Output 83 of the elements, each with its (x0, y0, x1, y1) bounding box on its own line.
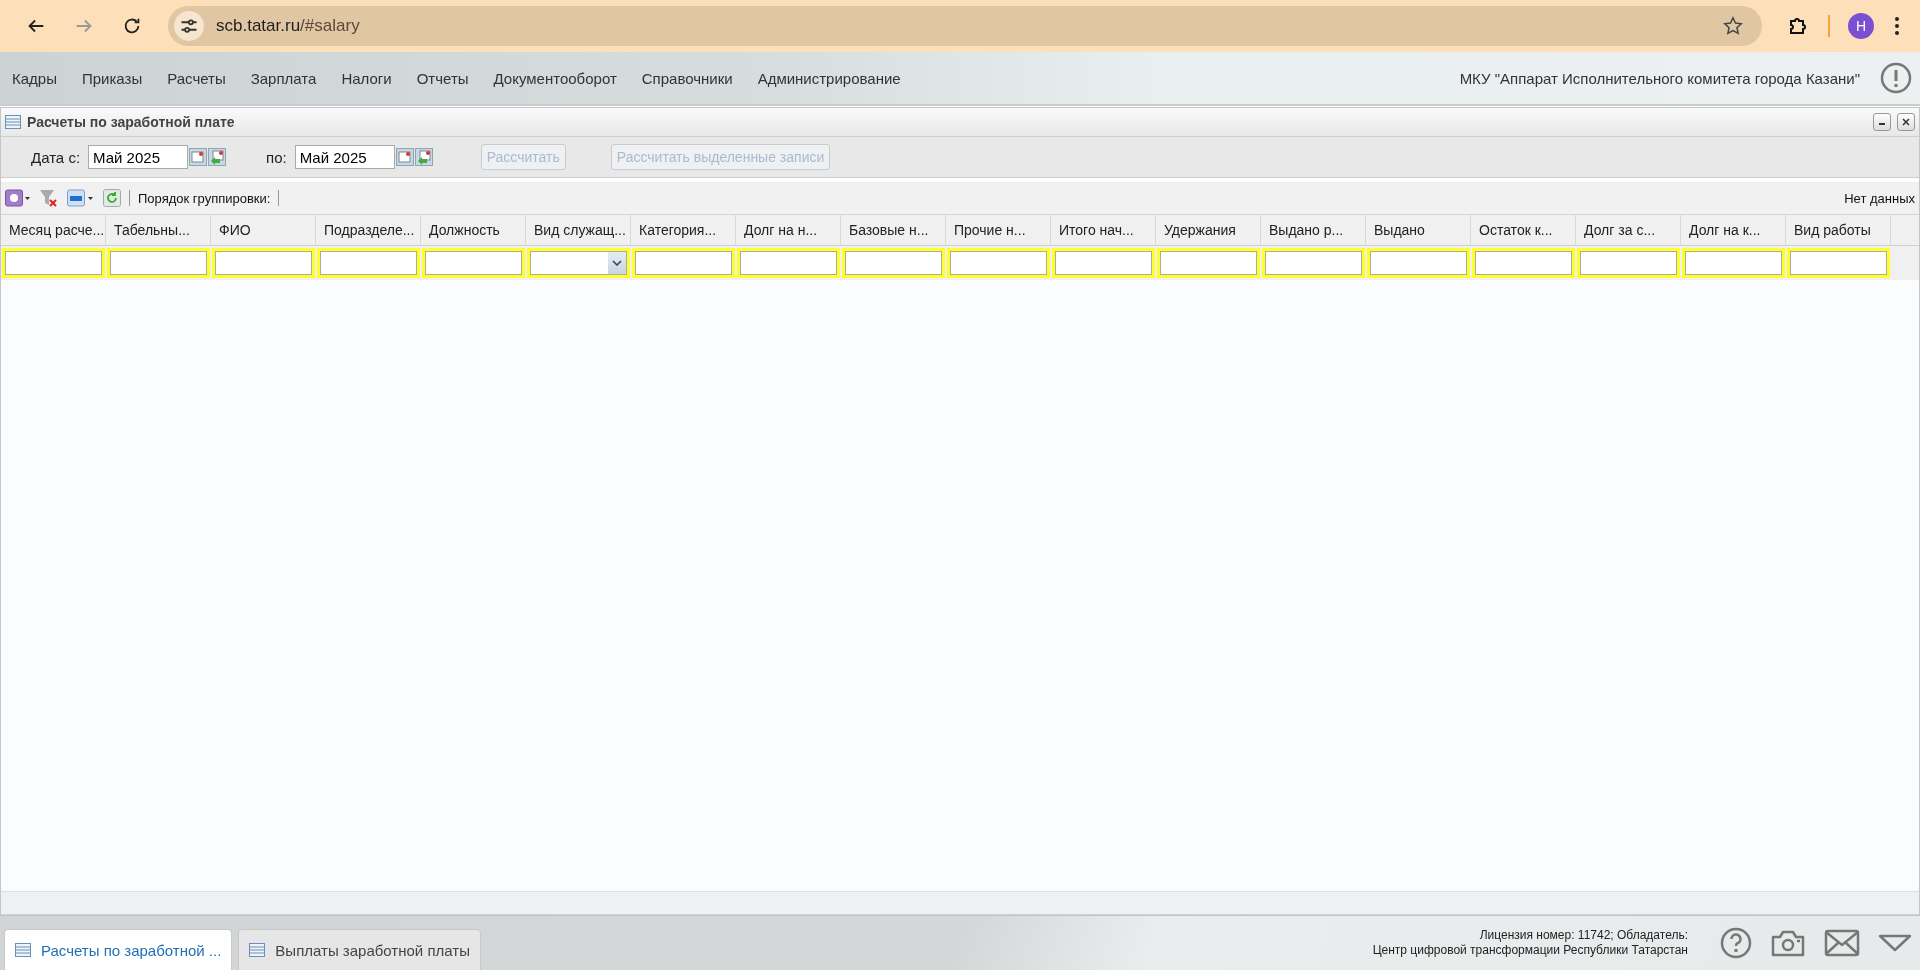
settings-menu-icon[interactable] (5, 189, 31, 207)
help-icon[interactable] (1720, 927, 1752, 959)
filter-field[interactable] (1787, 248, 1890, 278)
date-field[interactable]: Май 2025 (88, 145, 189, 169)
window-tab[interactable]: Выплаты заработной платы (238, 929, 481, 970)
column-header[interactable]: Базовые н... (841, 215, 946, 245)
collapse-icon[interactable] (1878, 934, 1912, 952)
date-label: Дата с: (31, 148, 81, 166)
camera-icon[interactable] (1770, 928, 1806, 958)
menu-item[interactable]: Кадры (12, 69, 57, 87)
column-header[interactable]: Выдано (1366, 215, 1471, 245)
filter-field[interactable] (1367, 248, 1470, 278)
column-header[interactable]: ФИО (211, 215, 316, 245)
date-field[interactable]: Май 2025 (294, 145, 395, 169)
column-header[interactable]: Выдано р... (1261, 215, 1366, 245)
address-bar[interactable]: scb.tatar.ru/#salary (168, 6, 1762, 46)
menu-item[interactable]: Документооборот (493, 69, 617, 87)
organization-name: МКУ "Аппарат Исполнительного комитета города Казани" (1459, 69, 1860, 87)
license-text: Центр цифровой трансформации Республики Татарстан (1372, 943, 1688, 958)
filter-field[interactable] (2, 248, 105, 278)
refresh-icon[interactable] (103, 189, 121, 207)
filter-field[interactable] (1577, 248, 1680, 278)
menu-item[interactable]: Справочники (641, 69, 733, 87)
filter-dropdown[interactable] (527, 248, 630, 278)
menu-item[interactable]: Отчеты (416, 69, 469, 87)
alert-icon[interactable] (1880, 62, 1912, 94)
menu-item[interactable]: Налоги (341, 69, 392, 87)
filter-field[interactable] (107, 248, 210, 278)
minimize-button[interactable] (1873, 113, 1891, 131)
star-icon[interactable] (1722, 15, 1744, 37)
calendar-icon[interactable] (395, 148, 414, 166)
column-header[interactable]: Подразделе... (316, 215, 421, 245)
menu-item[interactable]: Администрирование (757, 69, 901, 87)
column-header[interactable]: Долг за с... (1576, 215, 1681, 245)
filter-field[interactable] (632, 248, 735, 278)
filter-field[interactable] (1682, 248, 1785, 278)
filter-field[interactable] (1472, 248, 1575, 278)
panel-title: Расчеты по заработной плате (27, 114, 235, 130)
column-header[interactable]: Категория... (631, 215, 736, 245)
status-text: Нет данных (1844, 190, 1915, 206)
url-text: scb.tatar.ru/#salary (216, 16, 361, 36)
site-settings-icon[interactable] (174, 11, 204, 41)
date-label: по: (266, 148, 287, 166)
filter-field[interactable] (1262, 248, 1365, 278)
clear-date-icon[interactable] (414, 148, 433, 166)
column-header[interactable]: Вид работы (1786, 215, 1891, 245)
column-header[interactable]: Долг на к... (1681, 215, 1786, 245)
filter-field[interactable] (737, 248, 840, 278)
close-button[interactable] (1897, 113, 1915, 131)
menu-item[interactable]: Приказы (81, 69, 143, 87)
more-icon[interactable] (1894, 16, 1900, 36)
column-header[interactable]: Итого нач... (1051, 215, 1156, 245)
filter-field[interactable] (317, 248, 420, 278)
window-tab[interactable]: Расчеты по заработной ... (4, 929, 233, 970)
column-header[interactable]: Вид служащ... (526, 215, 631, 245)
table-icon (15, 943, 31, 957)
mail-icon[interactable] (1824, 929, 1860, 957)
filter-field[interactable] (422, 248, 525, 278)
column-header[interactable]: Остаток к... (1471, 215, 1576, 245)
table-icon (249, 943, 266, 957)
column-header[interactable]: Долг на н... (736, 215, 841, 245)
filter-field[interactable] (842, 248, 945, 278)
menu-item[interactable]: Расчеты (167, 69, 226, 87)
column-header[interactable]: Прочие н... (946, 215, 1051, 245)
close-icon (1901, 117, 1911, 127)
column-header[interactable]: Табельны... (106, 215, 211, 245)
profile-avatar[interactable]: Н (1848, 13, 1874, 39)
filter-field[interactable] (947, 248, 1050, 278)
clear-date-icon[interactable] (208, 148, 227, 166)
license-text: Лицензия номер: 11742; Обладатель: (1478, 928, 1688, 943)
calendar-icon[interactable] (189, 148, 208, 166)
clear-filter-icon[interactable] (39, 188, 59, 208)
print-icon[interactable] (67, 189, 95, 207)
table-icon (5, 115, 21, 129)
column-header[interactable]: Должность (421, 215, 526, 245)
grouping-label: Порядок группировки: (138, 190, 271, 206)
filter-field[interactable] (1157, 248, 1260, 278)
filter-field[interactable] (1052, 248, 1155, 278)
filter-field[interactable] (212, 248, 315, 278)
menu-item[interactable]: Зарплата (250, 69, 317, 87)
column-header[interactable]: Месяц расче... (1, 215, 106, 245)
horizontal-scrollbar[interactable] (1, 891, 1919, 915)
column-header[interactable]: Удержания (1156, 215, 1261, 245)
